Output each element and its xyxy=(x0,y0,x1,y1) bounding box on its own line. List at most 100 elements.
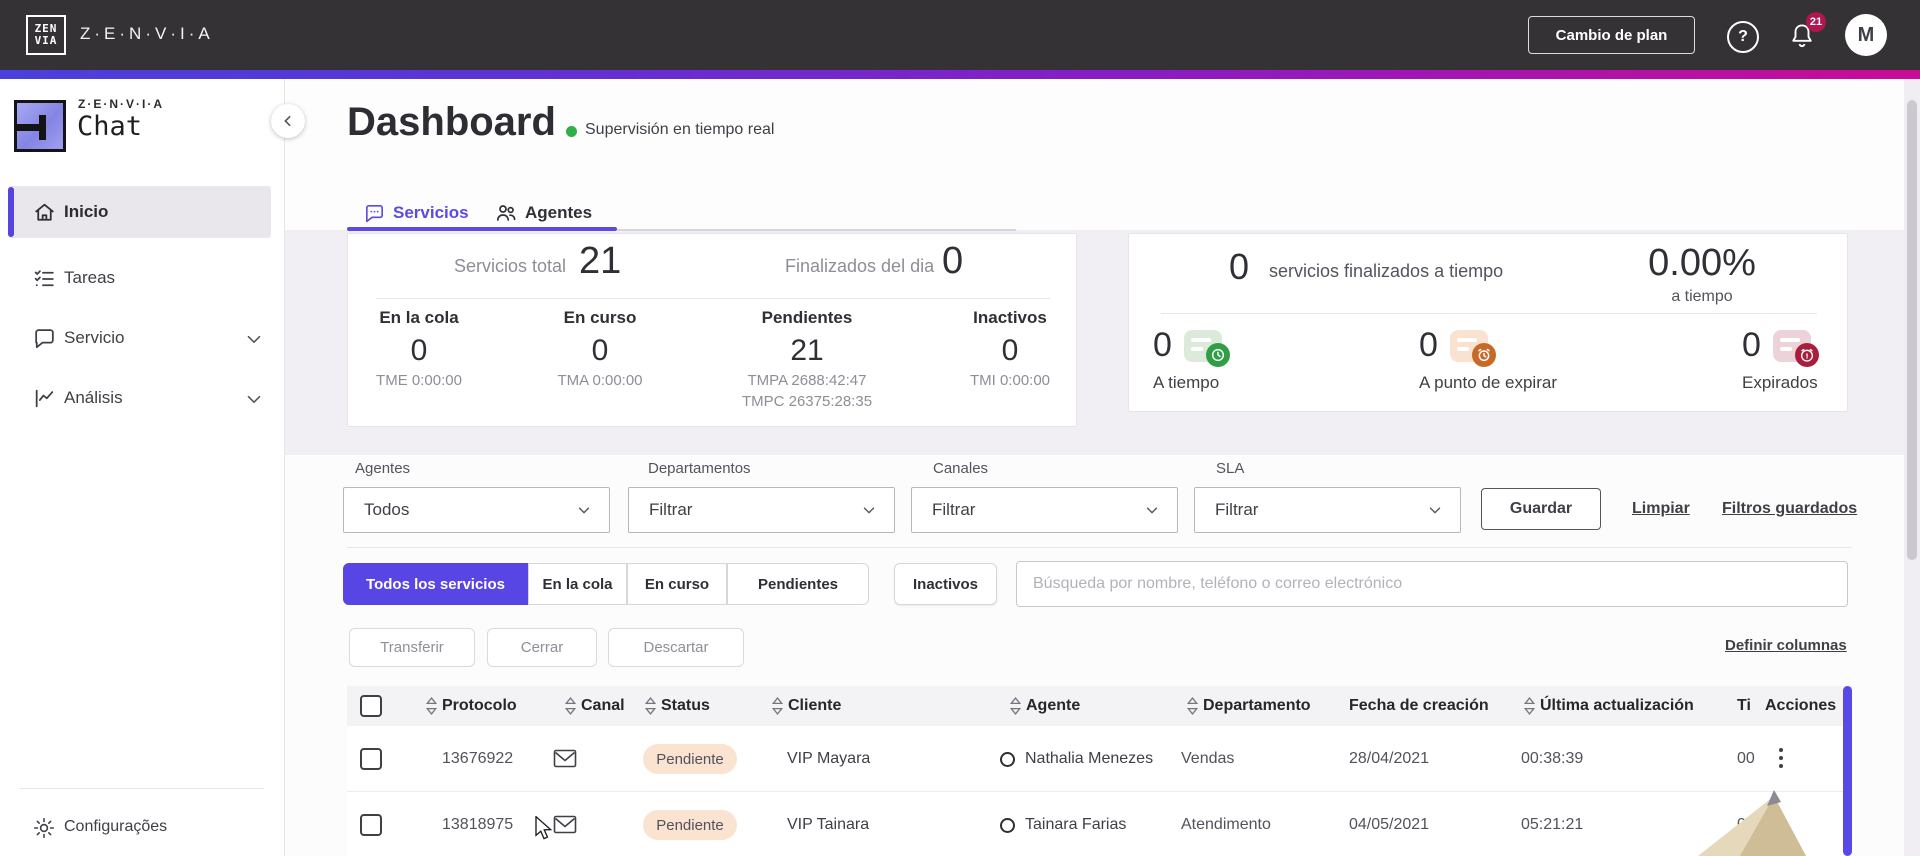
stat-label: En curso xyxy=(563,308,637,327)
sla-finished-value: 0 xyxy=(1229,246,1250,287)
column-header-agente[interactable]: Agente xyxy=(1010,697,1080,715)
sidebar-item-inicio[interactable]: Inicio xyxy=(0,186,285,238)
sort-icon xyxy=(1010,697,1021,715)
live-status-dot xyxy=(566,126,577,137)
agentes-select[interactable]: Todos xyxy=(343,487,610,533)
change-plan-button[interactable]: Cambio de plan xyxy=(1528,16,1695,54)
save-filters-button[interactable]: Guardar xyxy=(1481,488,1601,530)
clear-filters-link[interactable]: Limpiar xyxy=(1632,500,1690,518)
tasks-icon xyxy=(32,266,57,291)
zenvia-chat-dashboard: ZEN VIA Z·E·N·V·I·A Cambio de plan ? 21 … xyxy=(0,0,1920,856)
svg-text:!: ! xyxy=(1805,351,1808,360)
table-row[interactable]: 13818975 Pendiente VIP Tainara Tainara F… xyxy=(347,792,1852,856)
column-header-departamento[interactable]: Departamento xyxy=(1187,697,1311,715)
help-icon[interactable]: ? xyxy=(1727,21,1759,53)
column-header-cliente[interactable]: Cliente xyxy=(772,697,841,715)
notifications-bell-icon[interactable]: 21 xyxy=(1784,12,1826,54)
column-header-tiempo[interactable]: Ti xyxy=(1737,697,1751,715)
sidebar-item-analisis[interactable]: Análisis xyxy=(0,372,285,424)
filter-label-sla: SLA xyxy=(1216,460,1245,477)
cell-cliente: VIP Mayara xyxy=(787,750,871,767)
canales-select[interactable]: Filtrar xyxy=(911,487,1178,533)
brand-gradient-strip xyxy=(0,70,1920,79)
transfer-button[interactable]: Transferir xyxy=(349,628,475,667)
sla-item-label: Expirados xyxy=(1742,373,1818,392)
card-divider xyxy=(376,298,1050,299)
departamentos-select[interactable]: Filtrar xyxy=(628,487,895,533)
agent-presence-icon xyxy=(1000,752,1015,767)
cell-departamento: Vendas xyxy=(1181,750,1235,767)
stat-time: TMA 0:00:00 xyxy=(557,372,643,389)
total-label: Servicios total xyxy=(454,256,567,276)
define-columns-link[interactable]: Definir columnas xyxy=(1725,637,1847,654)
stat-en-curso: En curso 0 TMA 0:00:00 xyxy=(515,308,685,389)
column-header-status[interactable]: Status xyxy=(645,697,710,715)
cell-fecha: 28/04/2021 xyxy=(1349,750,1430,767)
stat-en-la-cola: En la cola 0 TME 0:00:00 xyxy=(334,308,504,389)
user-avatar[interactable]: M xyxy=(1845,14,1887,56)
saved-filters-link[interactable]: Filtros guardados xyxy=(1722,500,1857,518)
column-header-fecha[interactable]: Fecha de creación xyxy=(1349,697,1489,715)
sidebar-item-tareas[interactable]: Tareas xyxy=(0,252,285,304)
chevron-down-icon xyxy=(578,507,590,514)
sidebar-item-label: Servicio xyxy=(64,328,125,347)
chat-logo-bar-vertical xyxy=(39,115,46,140)
sidebar-item-configuracoes[interactable]: Configurações xyxy=(0,802,285,854)
cell-cliente: VIP Tainara xyxy=(787,816,870,833)
sidebar-item-label: Configurações xyxy=(64,818,168,835)
discard-button[interactable]: Descartar xyxy=(608,628,744,667)
column-header-canal[interactable]: Canal xyxy=(565,697,625,715)
tab-agentes[interactable]: Agentes xyxy=(494,199,592,227)
section-divider xyxy=(347,547,1852,548)
row-actions-menu[interactable] xyxy=(1775,744,1787,772)
active-item-indicator xyxy=(8,187,14,237)
stat-pendientes: Pendientes 21 TMPA 2688:42:47 TMPC 26375… xyxy=(722,308,892,410)
sla-card: 0 servicios finalizados a tiempo 0.00% a… xyxy=(1128,233,1848,412)
sort-icon xyxy=(565,697,576,715)
tab-servicios[interactable]: Servicios xyxy=(363,199,469,227)
column-header-ultima[interactable]: Última actualización xyxy=(1524,697,1694,715)
column-label: Cliente xyxy=(788,697,842,714)
sidebar-item-servicio[interactable]: Servicio xyxy=(0,312,285,364)
zenvia-maze-logo-icon: ZEN VIA xyxy=(26,15,66,55)
page-scrollbar-thumb[interactable] xyxy=(1907,100,1917,560)
sidebar-item-label: Tareas xyxy=(64,268,116,287)
tab-label: Servicios xyxy=(393,203,469,222)
stat-inactivos: Inactivos 0 TMI 0:00:00 xyxy=(925,308,1095,389)
sla-select[interactable]: Filtrar xyxy=(1194,487,1461,533)
column-header-protocolo[interactable]: Protocolo xyxy=(426,697,517,715)
select-all-checkbox[interactable] xyxy=(360,695,382,717)
service-tab-pendientes[interactable]: Pendientes xyxy=(727,563,869,605)
sla-item-label: A tiempo xyxy=(1153,373,1220,392)
table-scrollbar-thumb[interactable] xyxy=(1843,686,1852,856)
service-tab-en-curso[interactable]: En curso xyxy=(627,563,727,605)
service-tab-todos[interactable]: Todos los servicios xyxy=(343,563,528,605)
select-value: Filtrar xyxy=(1215,500,1259,519)
email-channel-icon xyxy=(553,749,577,769)
service-tab-en-la-cola[interactable]: En la cola xyxy=(528,563,627,605)
total-value: 21 xyxy=(579,240,622,282)
search-input[interactable] xyxy=(1016,561,1848,607)
stat-value: 21 xyxy=(790,334,824,367)
row-checkbox[interactable] xyxy=(360,814,382,836)
email-channel-icon xyxy=(553,815,577,835)
notifications-count-badge: 21 xyxy=(1806,12,1826,32)
mouse-cursor xyxy=(535,816,553,840)
service-tab-inactivos[interactable]: Inactivos xyxy=(894,563,997,605)
agents-people-icon xyxy=(496,205,516,221)
cell-agente: Tainara Farias xyxy=(1025,816,1127,833)
maze-logo-bottom-text: VIA xyxy=(34,34,58,47)
cell-fecha: 04/05/2021 xyxy=(1349,816,1430,833)
sla-item-value: 0 xyxy=(1153,326,1172,364)
sidebar-collapse-button[interactable] xyxy=(271,104,305,138)
row-checkbox[interactable] xyxy=(360,748,382,770)
status-badge: Pendiente xyxy=(643,810,737,840)
cell-ultima: 00:38:39 xyxy=(1521,750,1584,767)
sidebar-brand-text: Z·E·N·V·I·A xyxy=(78,97,164,111)
chevron-down-icon xyxy=(1146,507,1158,514)
help-glyph: ? xyxy=(1738,28,1748,45)
stat-time: TMPC 26375:28:35 xyxy=(741,393,873,410)
chevron-down-icon xyxy=(243,388,265,410)
close-button[interactable]: Cerrar xyxy=(487,628,597,667)
table-row[interactable]: 13676922 Pendiente VIP Mayara Nathalia M… xyxy=(347,726,1852,792)
